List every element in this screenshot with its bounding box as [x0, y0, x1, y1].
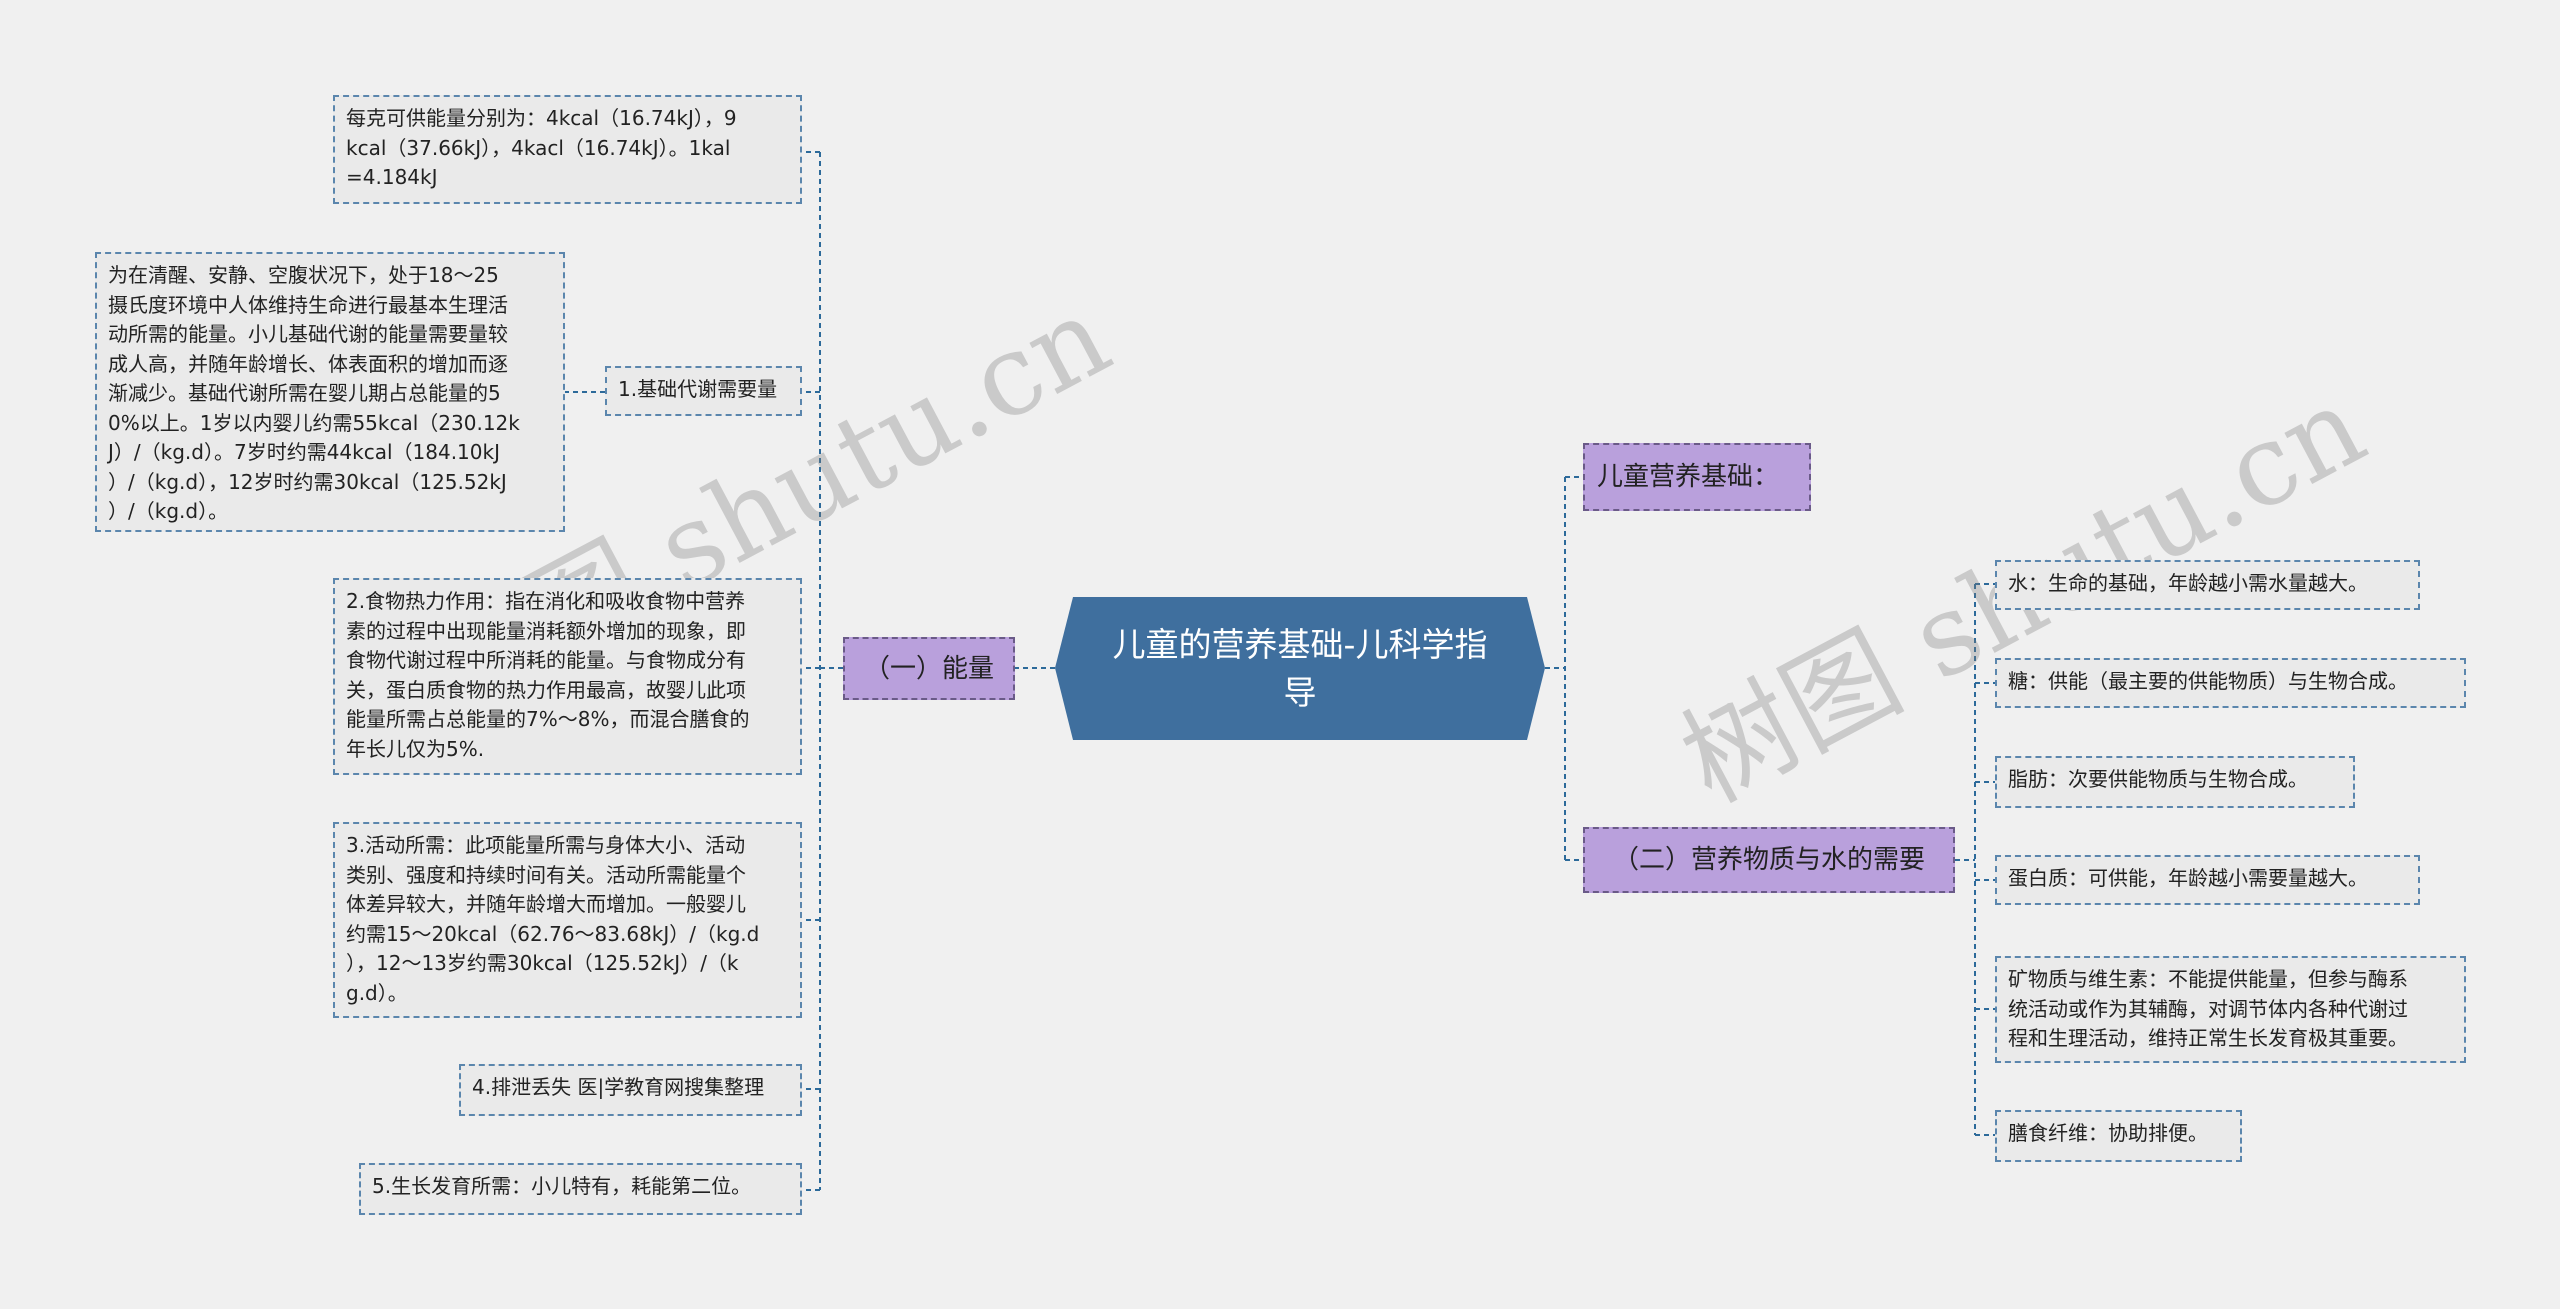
root-node[interactable]: 儿童的营养基础-儿科学指 导 [1055, 597, 1545, 740]
nutrient-water[interactable]: 水：生命的基础，年龄越小需水量越大。 [1995, 560, 2420, 610]
nutrient-fiber[interactable]: 膳食纤维：协助排便。 [1995, 1110, 2242, 1162]
link-energy-trunk [819, 152, 843, 1190]
nutrient-sugar[interactable]: 糖：供能（最主要的供能物质）与生物合成。 [1995, 658, 2466, 708]
energy-unit-note[interactable]: 每克可供能量分别为：4kcal（16.74kJ），9 kcal（37.66kJ）… [333, 95, 802, 204]
branch-energy[interactable]: （一）能量 [843, 637, 1015, 700]
nutrient-protein[interactable]: 蛋白质：可供能，年龄越小需要量越大。 [1995, 855, 2420, 905]
excretion-loss[interactable]: 4.排泄丢失 医|学教育网搜集整理 [459, 1064, 802, 1116]
activity-needs[interactable]: 3.活动所需：此项能量所需与身体大小、活动 类别、强度和持续时间有关。活动所需能… [333, 822, 802, 1018]
growth-needs[interactable]: 5.生长发育所需：小儿特有，耗能第二位。 [359, 1163, 802, 1215]
nutrient-fat[interactable]: 脂肪：次要供能物质与生物合成。 [1995, 756, 2355, 808]
bmr-detail[interactable]: 为在清醒、安静、空腹状况下，处于18～25 摄氏度环境中人体维持生命进行最基本生… [95, 252, 565, 532]
branch-nutrients[interactable]: （二）营养物质与水的需要 [1583, 827, 1955, 893]
branch-basics[interactable]: 儿童营养基础： [1583, 443, 1811, 511]
thermic-effect[interactable]: 2.食物热力作用：指在消化和吸收食物中营养 素的过程中出现能量消耗额外增加的现象… [333, 578, 802, 775]
nutrient-minerals[interactable]: 矿物质与维生素：不能提供能量，但参与酶系 统活动或作为其辅酶，对调节体内各种代谢… [1995, 956, 2466, 1063]
bmr-label[interactable]: 1.基础代谢需要量 [605, 366, 802, 416]
